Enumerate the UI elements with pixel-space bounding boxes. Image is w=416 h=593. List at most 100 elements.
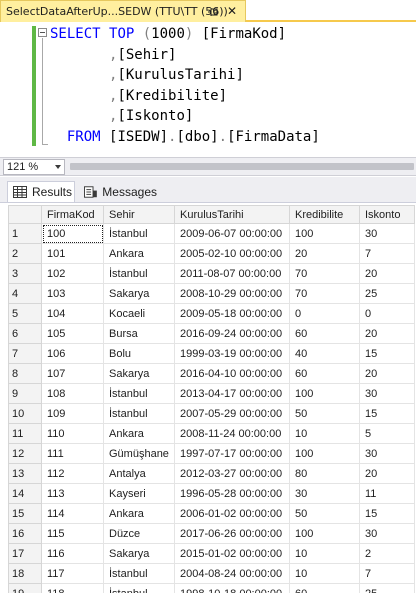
grid-cell-iskonto[interactable]: 20 bbox=[359, 363, 415, 384]
chevron-down-icon[interactable] bbox=[55, 165, 61, 169]
grid-cell-kredibilite[interactable]: 100 bbox=[289, 443, 360, 464]
grid-cell-kredibilite[interactable]: 70 bbox=[289, 263, 360, 284]
table-row[interactable]: 2 101 Ankara 2005-02-10 00:00:00 20 7 bbox=[8, 243, 415, 264]
tab-results[interactable]: Results bbox=[7, 181, 75, 202]
grid-cell-iskonto[interactable]: 7 bbox=[359, 563, 415, 584]
grid-cell-kurulustarihi[interactable]: 2017-06-26 00:00:00 bbox=[174, 523, 290, 544]
grid-cell-sehir[interactable]: Kayseri bbox=[103, 483, 175, 504]
grid-cell-kurulustarihi[interactable]: 2008-10-29 00:00:00 bbox=[174, 283, 290, 304]
row-number-cell[interactable]: 8 bbox=[8, 363, 42, 384]
table-row[interactable]: 12 111 Gümüşhane 1997-07-17 00:00:00 100 30 bbox=[8, 443, 415, 464]
grid-cell-sehir[interactable]: Sakarya bbox=[103, 543, 175, 564]
sql-editor[interactable]: SELECT TOP (1000) [FirmaKod] ,[Sehir] ,[… bbox=[0, 24, 416, 156]
grid-cell-iskonto[interactable]: 30 bbox=[359, 223, 415, 244]
grid-cell-sehir[interactable]: İstanbul bbox=[103, 403, 175, 424]
row-number-cell[interactable]: 19 bbox=[8, 583, 42, 593]
row-number-cell[interactable]: 2 bbox=[8, 243, 42, 264]
grid-cell-iskonto[interactable]: 30 bbox=[359, 443, 415, 464]
grid-cell-iskonto[interactable]: 7 bbox=[359, 243, 415, 264]
grid-cell-firmakod[interactable]: 111 bbox=[41, 443, 104, 464]
grid-cell-sehir[interactable]: Bolu bbox=[103, 343, 175, 364]
grid-cell-firmakod[interactable]: 107 bbox=[41, 363, 104, 384]
grid-cell-firmakod[interactable]: 104 bbox=[41, 303, 104, 324]
table-row[interactable]: 14 113 Kayseri 1996-05-28 00:00:00 30 11 bbox=[8, 483, 415, 504]
grid-corner-cell[interactable] bbox=[8, 205, 42, 224]
grid-cell-kredibilite[interactable]: 60 bbox=[289, 363, 360, 384]
grid-cell-kredibilite[interactable]: 100 bbox=[289, 383, 360, 404]
tab-messages[interactable]: Messages bbox=[79, 181, 157, 202]
grid-cell-kurulustarihi[interactable]: 1998-10-18 00:00:00 bbox=[174, 583, 290, 593]
grid-cell-kredibilite[interactable]: 60 bbox=[289, 323, 360, 344]
grid-cell-kurulustarihi[interactable]: 1996-05-28 00:00:00 bbox=[174, 483, 290, 504]
grid-cell-kredibilite[interactable]: 0 bbox=[289, 303, 360, 324]
grid-cell-sehir[interactable]: Düzce bbox=[103, 523, 175, 544]
grid-cell-firmakod[interactable]: 114 bbox=[41, 503, 104, 524]
grid-cell-iskonto[interactable]: 25 bbox=[359, 283, 415, 304]
row-number-cell[interactable]: 16 bbox=[8, 523, 42, 544]
document-tab[interactable]: SelectDataAfterUp...SEDW (TTU\TT (56)) ✕ bbox=[0, 0, 246, 22]
row-number-cell[interactable]: 12 bbox=[8, 443, 42, 464]
grid-cell-firmakod[interactable]: 113 bbox=[41, 483, 104, 504]
grid-cell-kurulustarihi[interactable]: 2009-06-07 00:00:00 bbox=[174, 223, 290, 244]
grid-cell-sehir[interactable]: İstanbul bbox=[103, 383, 175, 404]
row-number-cell[interactable]: 9 bbox=[8, 383, 42, 404]
grid-cell-kredibilite[interactable]: 40 bbox=[289, 343, 360, 364]
table-row[interactable]: 3 102 İstanbul 2011-08-07 00:00:00 70 20 bbox=[8, 263, 415, 284]
collapse-icon[interactable] bbox=[38, 28, 47, 37]
table-row[interactable]: 11 110 Ankara 2008-11-24 00:00:00 10 5 bbox=[8, 423, 415, 444]
grid-cell-kredibilite[interactable]: 100 bbox=[289, 223, 360, 244]
grid-cell-firmakod[interactable]: 115 bbox=[41, 523, 104, 544]
row-number-cell[interactable]: 4 bbox=[8, 283, 42, 304]
grid-cell-sehir[interactable]: İstanbul bbox=[103, 583, 175, 593]
zoom-dropdown[interactable]: 121 % bbox=[3, 159, 65, 175]
grid-cell-kurulustarihi[interactable]: 2013-04-17 00:00:00 bbox=[174, 383, 290, 404]
grid-cell-firmakod[interactable]: 112 bbox=[41, 463, 104, 484]
column-header-kurulustarihi[interactable]: KurulusTarihi bbox=[174, 205, 290, 224]
table-row[interactable]: 13 112 Antalya 2012-03-27 00:00:00 80 20 bbox=[8, 463, 415, 484]
grid-cell-iskonto[interactable]: 20 bbox=[359, 323, 415, 344]
row-number-cell[interactable]: 1 bbox=[8, 223, 42, 244]
column-header-kredibilite[interactable]: Kredibilite bbox=[289, 205, 360, 224]
code-line[interactable]: ,[KurulusTarihi] bbox=[50, 65, 320, 86]
grid-cell-kurulustarihi[interactable]: 2005-02-10 00:00:00 bbox=[174, 243, 290, 264]
column-header-firmakod[interactable]: FirmaKod bbox=[41, 205, 104, 224]
grid-cell-sehir[interactable]: Sakarya bbox=[103, 283, 175, 304]
grid-cell-iskonto[interactable]: 30 bbox=[359, 383, 415, 404]
grid-cell-sehir[interactable]: Gümüşhane bbox=[103, 443, 175, 464]
grid-cell-sehir[interactable]: Ankara bbox=[103, 423, 175, 444]
grid-cell-sehir[interactable]: İstanbul bbox=[103, 563, 175, 584]
column-header-sehir[interactable]: Sehir bbox=[103, 205, 175, 224]
grid-cell-firmakod[interactable]: 105 bbox=[41, 323, 104, 344]
grid-cell-kredibilite[interactable]: 50 bbox=[289, 403, 360, 424]
horizontal-scrollbar[interactable] bbox=[70, 163, 414, 170]
table-row[interactable]: 4 103 Sakarya 2008-10-29 00:00:00 70 25 bbox=[8, 283, 415, 304]
grid-cell-iskonto[interactable]: 20 bbox=[359, 463, 415, 484]
row-number-cell[interactable]: 18 bbox=[8, 563, 42, 584]
row-number-cell[interactable]: 11 bbox=[8, 423, 42, 444]
grid-cell-sehir[interactable]: Kocaeli bbox=[103, 303, 175, 324]
grid-cell-iskonto[interactable]: 15 bbox=[359, 403, 415, 424]
row-number-cell[interactable]: 13 bbox=[8, 463, 42, 484]
grid-cell-kurulustarihi[interactable]: 2007-05-29 00:00:00 bbox=[174, 403, 290, 424]
grid-cell-firmakod[interactable]: 118 bbox=[41, 583, 104, 593]
column-header-iskonto[interactable]: Iskonto bbox=[359, 205, 415, 224]
grid-cell-kredibilite[interactable]: 50 bbox=[289, 503, 360, 524]
table-row[interactable]: 18 117 İstanbul 2004-08-24 00:00:00 10 7 bbox=[8, 563, 415, 584]
grid-cell-sehir[interactable]: İstanbul bbox=[103, 223, 175, 244]
grid-cell-firmakod[interactable]: 106 bbox=[41, 343, 104, 364]
grid-cell-kredibilite[interactable]: 10 bbox=[289, 563, 360, 584]
grid-cell-kurulustarihi[interactable]: 2009-05-18 00:00:00 bbox=[174, 303, 290, 324]
grid-cell-sehir[interactable]: İstanbul bbox=[103, 263, 175, 284]
grid-cell-firmakod[interactable]: 109 bbox=[41, 403, 104, 424]
code-line[interactable]: ,[Iskonto] bbox=[50, 106, 320, 127]
grid-cell-firmakod[interactable]: 116 bbox=[41, 543, 104, 564]
grid-cell-iskonto[interactable]: 30 bbox=[359, 523, 415, 544]
grid-cell-kredibilite[interactable]: 30 bbox=[289, 483, 360, 504]
sql-code[interactable]: SELECT TOP (1000) [FirmaKod] ,[Sehir] ,[… bbox=[50, 24, 320, 147]
code-line[interactable]: ,[Kredibilite] bbox=[50, 86, 320, 107]
grid-cell-kredibilite[interactable]: 70 bbox=[289, 283, 360, 304]
code-line[interactable]: SELECT TOP (1000) [FirmaKod] bbox=[50, 24, 320, 45]
row-number-cell[interactable]: 3 bbox=[8, 263, 42, 284]
grid-cell-kredibilite[interactable]: 10 bbox=[289, 423, 360, 444]
grid-cell-kurulustarihi[interactable]: 2006-01-02 00:00:00 bbox=[174, 503, 290, 524]
